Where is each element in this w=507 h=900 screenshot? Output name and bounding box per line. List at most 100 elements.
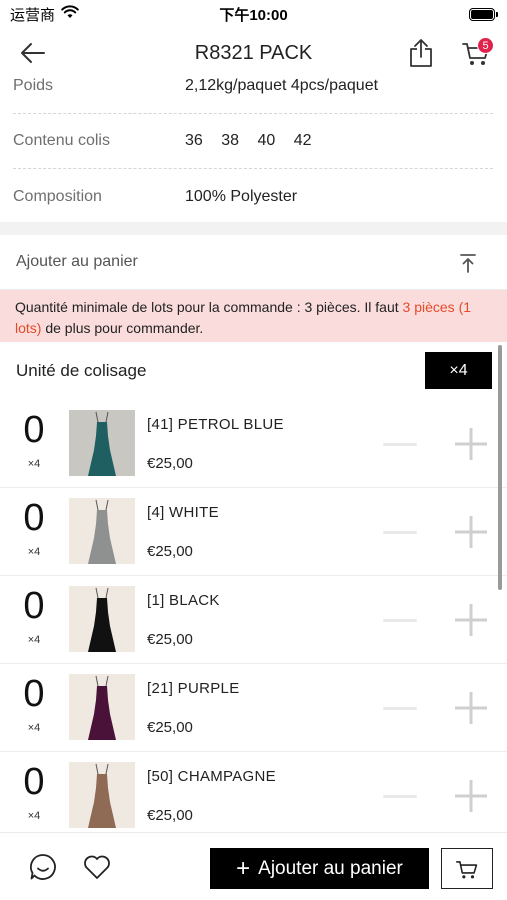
packing-unit-row: Unité de colisage ×4 bbox=[0, 342, 507, 400]
variant-row: 0 ×4 [50] CHAMPAGNE €25,00 bbox=[0, 752, 507, 832]
product-thumbnail bbox=[69, 498, 135, 564]
variant-price: €25,00 bbox=[147, 719, 193, 736]
variant-row: 0 ×4 [1] BLACK €25,00 bbox=[0, 576, 507, 664]
share-button[interactable] bbox=[405, 36, 437, 70]
increase-quantity-button[interactable] bbox=[452, 424, 490, 464]
favorite-button[interactable] bbox=[82, 852, 112, 882]
add-to-cart-button[interactable]: + Ajouter au panier bbox=[210, 848, 429, 889]
variant-row: 0 ×4 [21] PURPLE €25,00 bbox=[0, 664, 507, 752]
product-thumbnail bbox=[69, 674, 135, 740]
plus-icon bbox=[455, 604, 487, 636]
increase-quantity-button[interactable] bbox=[452, 688, 490, 728]
plus-icon bbox=[455, 692, 487, 724]
notice-text: Quantité minimale de lots pour la comman… bbox=[15, 299, 403, 315]
wifi-icon bbox=[61, 5, 79, 23]
product-thumbnail bbox=[69, 410, 135, 476]
quantity-value: 0 bbox=[23, 761, 45, 803]
quantity-value: 0 bbox=[23, 409, 45, 451]
variant-row: 0 ×4 [4] WHITE €25,00 bbox=[0, 488, 507, 576]
variant-price: €25,00 bbox=[147, 631, 193, 648]
increase-quantity-button[interactable] bbox=[452, 776, 490, 816]
plus-icon: + bbox=[236, 854, 251, 882]
minus-icon bbox=[383, 530, 417, 534]
variant-name: [41] PETROL BLUE bbox=[147, 416, 284, 433]
spec-row-package-content: Contenu colis 36 38 40 42 bbox=[13, 114, 493, 169]
size-value: 42 bbox=[293, 132, 312, 149]
variant-price: €25,00 bbox=[147, 455, 193, 472]
quantity-unit: ×4 bbox=[27, 722, 41, 734]
share-icon bbox=[410, 39, 432, 67]
size-value: 38 bbox=[221, 132, 240, 149]
chat-icon bbox=[30, 854, 56, 880]
minimum-order-notice: Quantité minimale de lots pour la comman… bbox=[0, 290, 507, 342]
minus-icon bbox=[383, 618, 417, 622]
heart-icon bbox=[84, 855, 110, 879]
scroll-to-top-button[interactable] bbox=[456, 252, 480, 274]
size-value: 40 bbox=[257, 132, 276, 149]
variant-name: [21] PURPLE bbox=[147, 680, 240, 697]
decrease-quantity-button[interactable] bbox=[381, 693, 419, 723]
quantity-value: 0 bbox=[23, 585, 45, 627]
variant-name: [4] WHITE bbox=[147, 504, 219, 521]
product-variant-list: 0 ×4 [41] PETROL BLUE €25,00 0 ×4 [4] WH… bbox=[0, 400, 507, 832]
section-divider bbox=[0, 222, 507, 235]
plus-icon bbox=[455, 780, 487, 812]
quantity-unit: ×4 bbox=[27, 634, 41, 646]
product-thumbnail bbox=[69, 762, 135, 828]
packing-unit-label: Unité de colisage bbox=[16, 361, 147, 380]
add-to-cart-section-header: Ajouter au panier bbox=[0, 235, 507, 290]
quantity-value: 0 bbox=[23, 673, 45, 715]
view-cart-button[interactable] bbox=[441, 848, 493, 889]
decrease-quantity-button[interactable] bbox=[381, 605, 419, 635]
increase-quantity-button[interactable] bbox=[452, 512, 490, 552]
decrease-quantity-button[interactable] bbox=[381, 517, 419, 547]
nav-bar: R8321 PACK 5 bbox=[0, 28, 507, 78]
size-value: 36 bbox=[185, 132, 203, 149]
arrow-left-icon bbox=[21, 43, 45, 63]
variant-row: 0 ×4 [41] PETROL BLUE €25,00 bbox=[0, 400, 507, 488]
packing-unit-chip[interactable]: ×4 bbox=[425, 352, 492, 389]
plus-icon bbox=[455, 428, 487, 460]
spec-row-composition: Composition 100% Polyester bbox=[13, 169, 493, 222]
variant-price: €25,00 bbox=[147, 543, 193, 560]
arrow-up-to-line-icon bbox=[460, 254, 476, 273]
decrease-quantity-button[interactable] bbox=[381, 429, 419, 459]
quantity-unit: ×4 bbox=[27, 458, 41, 470]
product-thumbnail bbox=[69, 586, 135, 652]
add-to-cart-label: Ajouter au panier bbox=[258, 857, 403, 879]
section-title: Ajouter au panier bbox=[16, 253, 138, 270]
variant-name: [1] BLACK bbox=[147, 592, 220, 609]
scrollbar[interactable] bbox=[498, 345, 502, 590]
chat-button[interactable] bbox=[28, 852, 58, 882]
spec-row-weight: Poids 2,12kg/paquet 4pcs/paquet bbox=[13, 78, 493, 114]
carrier-label: 运营商 bbox=[10, 6, 56, 24]
cart-button[interactable]: 5 bbox=[458, 36, 494, 70]
bottom-action-bar: + Ajouter au panier bbox=[0, 832, 507, 900]
variant-name: [50] CHAMPAGNE bbox=[147, 768, 276, 785]
size-list: 36 38 40 42 bbox=[185, 132, 326, 150]
cart-count-badge: 5 bbox=[477, 37, 494, 54]
spec-value: 100% Polyester bbox=[185, 187, 298, 205]
page-title: R8321 PACK bbox=[194, 41, 313, 64]
notice-text-end: de plus pour commander. bbox=[41, 320, 204, 336]
cart-icon bbox=[456, 860, 478, 878]
battery-icon bbox=[469, 7, 498, 21]
plus-icon bbox=[455, 516, 487, 548]
product-specs: Poids 2,12kg/paquet 4pcs/paquet Contenu … bbox=[0, 78, 507, 222]
spec-label: Composition bbox=[13, 187, 102, 205]
status-bar: 运营商 下午10:00 bbox=[0, 0, 507, 28]
decrease-quantity-button[interactable] bbox=[381, 781, 419, 811]
status-left: 运营商 bbox=[10, 4, 79, 25]
spec-label: Poids bbox=[13, 78, 54, 94]
quantity-unit: ×4 bbox=[27, 810, 41, 822]
spec-value: 2,12kg/paquet 4pcs/paquet bbox=[185, 78, 379, 94]
minus-icon bbox=[383, 706, 417, 710]
minus-icon bbox=[383, 442, 417, 446]
quantity-value: 0 bbox=[23, 497, 45, 539]
variant-price: €25,00 bbox=[147, 807, 193, 824]
minus-icon bbox=[383, 794, 417, 798]
increase-quantity-button[interactable] bbox=[452, 600, 490, 640]
quantity-unit: ×4 bbox=[27, 546, 41, 558]
spec-label: Contenu colis bbox=[13, 132, 110, 149]
back-button[interactable] bbox=[18, 39, 48, 67]
